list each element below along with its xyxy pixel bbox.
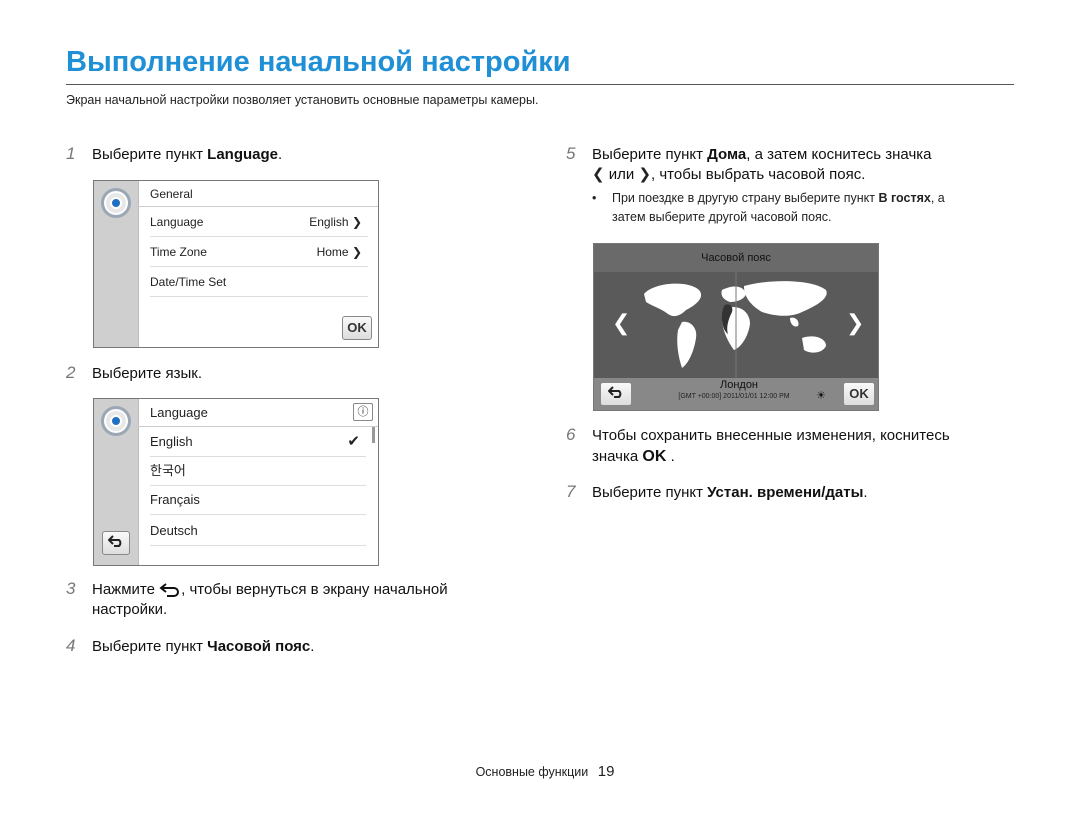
language-option[interactable]: 한국어 xyxy=(150,457,366,486)
page-number: 19 xyxy=(597,763,615,780)
step-number: 6 xyxy=(566,425,576,444)
scrollbar[interactable] xyxy=(372,427,375,443)
page-footer: Основные функции 19 xyxy=(0,763,1080,780)
step-5-bullet: • При поездке в другую страну выберите пу… xyxy=(592,188,945,208)
screen-sidebar xyxy=(94,181,139,347)
info-icon[interactable]: ⓘ xyxy=(353,403,373,421)
footer-section: Основные функции xyxy=(475,765,589,779)
back-arrow-icon xyxy=(607,386,622,398)
back-button[interactable] xyxy=(102,531,130,555)
menu-row-datetime[interactable]: Date/Time Set xyxy=(150,268,368,297)
step-6: 6 Чтобы сохранить внесенные изменения, ко… xyxy=(566,425,950,444)
back-arrow-icon xyxy=(159,583,180,598)
camera-screen-language: Language ⓘ English ✔ 한국어 Français Deutsc… xyxy=(93,398,379,566)
menu-row-language[interactable]: Language English ❯ xyxy=(150,208,368,237)
ok-icon: OK xyxy=(642,448,667,465)
step-number: 4 xyxy=(66,636,76,655)
chevron-left-icon: ❮ xyxy=(592,166,605,183)
city-name: Лондон xyxy=(719,379,759,391)
title-rule xyxy=(66,84,1014,85)
checkmark-icon: ✔ xyxy=(347,433,360,450)
step-4: 4 Выберите пункт Часовой пояс. xyxy=(66,636,315,655)
sun-icon: ☀ xyxy=(816,390,826,402)
camera-screen-general: General Language English ❯ Time Zone Hom… xyxy=(93,180,379,348)
language-option[interactable]: English ✔ xyxy=(150,428,366,457)
step-5: 5 Выберите пункт Дома, а затем коснитесь … xyxy=(566,144,932,163)
step-3-line2: настройки. xyxy=(92,601,168,618)
ok-button[interactable]: OK xyxy=(342,316,372,340)
step-number: 7 xyxy=(566,482,576,501)
chevron-right-icon: ❯ xyxy=(638,166,652,183)
screen-header: Language xyxy=(150,405,208,420)
gear-icon[interactable] xyxy=(101,188,131,218)
bullet-icon: • xyxy=(592,191,597,205)
menu-row-timezone[interactable]: Time Zone Home ❯ xyxy=(150,238,368,267)
back-button[interactable] xyxy=(600,382,632,406)
gear-icon[interactable] xyxy=(101,406,131,436)
camera-screen-timezone: Часовой пояс ❮ ❯ Лондон [GMT +00:00] 201… xyxy=(593,243,879,411)
step-5-bullet-line2: затем выберите другой часовой пояс. xyxy=(612,210,832,224)
chevron-left-icon[interactable]: ❮ xyxy=(612,310,630,336)
step-number: 5 xyxy=(566,144,576,163)
chevron-right-icon: ❯ xyxy=(351,245,362,259)
step-2: 2 Выберите язык. xyxy=(66,363,202,382)
ok-button[interactable]: OK xyxy=(843,382,875,406)
world-map-graphic xyxy=(644,272,827,378)
screen-sidebar xyxy=(94,399,139,565)
screen-header: Часовой пояс xyxy=(594,244,878,272)
step-number: 2 xyxy=(66,363,76,382)
step-number: 1 xyxy=(66,144,76,163)
step-7: 7 Выберите пункт Устан. времени/даты. xyxy=(566,482,868,501)
chevron-right-icon: ❯ xyxy=(351,215,362,229)
time-info: [GMT +00:00] 2011/01/01 12:00 PM xyxy=(678,393,790,400)
chevron-right-icon[interactable]: ❯ xyxy=(846,310,864,336)
step-number: 3 xyxy=(66,579,76,598)
step-1: 1 Выберите пункт Language. xyxy=(66,144,283,163)
page-title: Выполнение начальной настройки xyxy=(66,46,571,78)
language-option[interactable]: Français xyxy=(150,486,366,515)
step-6-line2: значка OK . xyxy=(592,448,675,465)
intro-text: Экран начальной настройки позволяет уста… xyxy=(66,93,539,107)
language-option[interactable]: Deutsch xyxy=(150,517,366,546)
screen-header: General xyxy=(150,187,193,201)
back-arrow-icon xyxy=(107,535,122,547)
world-map: ❮ ❯ xyxy=(594,272,878,378)
step-5-line2: ❮ или ❯, чтобы выбрать часовой пояс. xyxy=(592,166,866,183)
step-3: 3 Нажмите , чтобы вернуться в экрану нача… xyxy=(66,579,448,598)
